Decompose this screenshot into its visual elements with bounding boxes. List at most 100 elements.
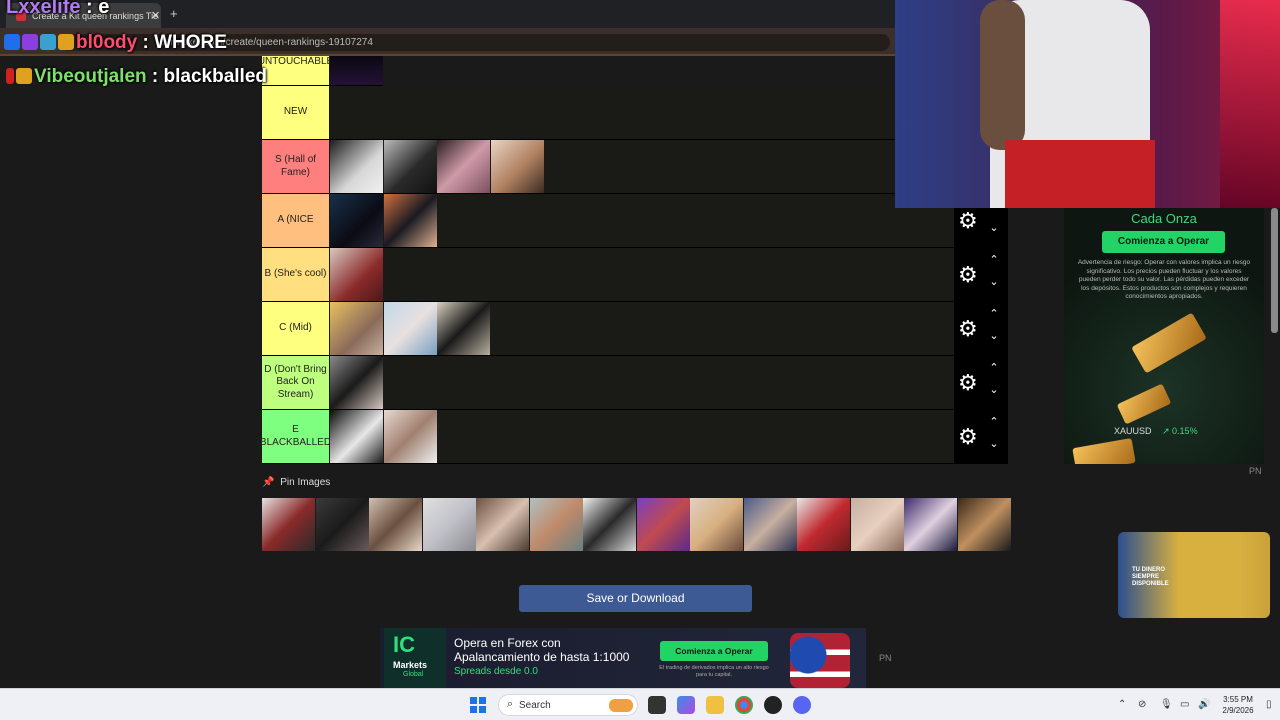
tier-label[interactable]: NEW — [262, 86, 329, 139]
microphone-icon[interactable]: 🎙 — [1160, 699, 1173, 711]
pool-image[interactable] — [583, 498, 636, 551]
clock-time[interactable]: 3:55 PM — [1218, 695, 1258, 704]
tier-items — [330, 410, 437, 463]
gear-icon[interactable]: ⚙ — [958, 426, 978, 448]
chevron-down-icon[interactable]: ⌄ — [987, 384, 1001, 396]
tier-label[interactable]: C (Mid) — [262, 302, 329, 355]
flags-graphic — [790, 633, 850, 688]
tier-image[interactable] — [490, 140, 544, 193]
pool-image[interactable] — [690, 498, 743, 551]
tier-row-s: S (Hall of Fame) — [262, 140, 895, 194]
pool-image[interactable] — [476, 498, 529, 551]
pool-image[interactable] — [904, 498, 957, 551]
save-download-button[interactable]: Save or Download — [519, 585, 752, 612]
speaker-icon[interactable]: 🔊 — [1198, 699, 1210, 711]
tier-label[interactable]: UNTOUCHABLE — [258, 56, 333, 85]
tier-image[interactable] — [330, 194, 383, 247]
pool-image[interactable] — [422, 498, 476, 551]
pool-image[interactable] — [743, 498, 797, 551]
video-ad-text-line: TU DINERO — [1132, 567, 1165, 573]
tier-image[interactable] — [383, 140, 437, 193]
gear-icon[interactable]: ⚙ — [958, 372, 978, 394]
ad-cta-button[interactable]: Comienza a Operar — [1102, 231, 1225, 253]
pin-images-header: 📌 Pin Images — [262, 477, 330, 488]
new-tab-button[interactable]: + — [170, 6, 178, 21]
chat-text: WHORE — [154, 32, 227, 53]
notification-icon[interactable]: ▯ — [1266, 699, 1278, 711]
network-icon[interactable]: ⊘ — [1138, 699, 1150, 711]
pool-image[interactable] — [369, 498, 422, 551]
chevron-down-icon[interactable]: ⌄ — [987, 276, 1001, 288]
logo-markets: Markets — [393, 660, 428, 670]
pool-image[interactable] — [797, 498, 850, 551]
pool-image[interactable] — [262, 498, 315, 551]
tier-items — [330, 56, 384, 85]
pool-image[interactable] — [957, 498, 1011, 551]
clock-date[interactable]: 2/9/2026 — [1216, 706, 1260, 715]
ad-cta-button[interactable]: Comienza a Operar — [660, 641, 768, 661]
chevron-down-icon[interactable]: ⌄ — [987, 438, 1001, 450]
pool-image[interactable] — [315, 498, 369, 551]
tier-controls: ⚙ ⌃ ⌄ — [954, 302, 1008, 355]
tier-image[interactable] — [383, 194, 437, 247]
gold-ad[interactable]: Cada Onza Comienza a Operar Advertencia … — [1064, 208, 1264, 464]
tier-image[interactable] — [383, 410, 437, 463]
tier-label[interactable]: D (Don't Bring Back On Stream) — [262, 356, 329, 409]
tier-label[interactable]: S (Hall of Fame) — [262, 140, 329, 193]
taskbar-search[interactable]: ⌕ Search — [498, 694, 638, 716]
app-icon[interactable] — [764, 696, 782, 714]
gear-icon[interactable]: ⚙ — [958, 318, 978, 340]
tier-controls: ⚙ ⌃ ⌄ — [954, 248, 1008, 301]
ticker-change: ↗ 0.15% — [1162, 426, 1198, 436]
discord-icon[interactable] — [793, 696, 811, 714]
tier-image[interactable] — [383, 302, 437, 355]
chevron-up-icon[interactable]: ⌃ — [987, 308, 1001, 320]
pool-image[interactable] — [850, 498, 904, 551]
ad-pn-label: PN — [1249, 466, 1262, 476]
task-view-icon[interactable] — [648, 696, 666, 714]
pool-image[interactable] — [529, 498, 583, 551]
gold-bar-graphic — [1116, 383, 1172, 425]
tier-items — [330, 248, 384, 301]
tier-label[interactable]: A (NICE — [262, 194, 329, 247]
tier-image[interactable] — [437, 302, 490, 355]
gear-icon[interactable]: ⚙ — [958, 264, 978, 286]
tier-image[interactable] — [437, 140, 490, 193]
chat-text: blackballed — [163, 66, 268, 87]
pool-image[interactable] — [636, 498, 690, 551]
video-ad[interactable]: TU DINERO SIEMPRE DISPONIBLE — [1118, 532, 1270, 618]
forex-banner-ad[interactable]: IC Markets Global Opera en Forex con Apa… — [380, 628, 866, 688]
tier-image[interactable] — [330, 356, 383, 409]
video-ad-text-line: DISPONIBLE — [1132, 581, 1169, 587]
chevron-up-icon[interactable]: ⌃ — [1118, 699, 1130, 711]
ad-line-2: Apalancamiento de hasta 1:1000 — [454, 650, 630, 664]
tier-image[interactable] — [330, 56, 383, 85]
chevron-down-icon[interactable]: ⌄ — [987, 330, 1001, 342]
gear-icon[interactable]: ⚙ — [958, 210, 978, 232]
monitor-icon[interactable]: ▭ — [1180, 699, 1192, 711]
chat-message: bl0ody : WHORE — [4, 32, 227, 54]
tier-items — [330, 140, 544, 193]
search-label: Search — [519, 700, 551, 711]
file-explorer-icon[interactable] — [706, 696, 724, 714]
ad-line-1: Opera en Forex con — [454, 636, 561, 650]
windows-start-icon[interactable] — [470, 697, 486, 713]
tier-image[interactable] — [330, 140, 383, 193]
chat-separator: : — [146, 66, 164, 87]
tier-image[interactable] — [330, 410, 383, 463]
page-scrollbar[interactable] — [1271, 208, 1278, 333]
pin-images-label: Pin Images — [280, 477, 331, 488]
tier-image[interactable] — [330, 248, 383, 301]
search-icon: ⌕ — [507, 698, 514, 710]
tier-label[interactable]: B (She's cool) — [262, 248, 329, 301]
chevron-up-icon[interactable]: ⌃ — [987, 416, 1001, 428]
chevron-down-icon[interactable]: ⌄ — [987, 222, 1001, 234]
copilot-icon[interactable] — [677, 696, 695, 714]
tier-image[interactable] — [330, 302, 383, 355]
tier-label[interactable]: E (BLACKBALLED) — [257, 410, 334, 463]
chevron-up-icon[interactable]: ⌃ — [987, 254, 1001, 266]
tier-items — [330, 356, 384, 409]
tab-close-icon[interactable]: ✕ — [151, 9, 161, 23]
chrome-icon[interactable] — [735, 696, 753, 714]
chevron-up-icon[interactable]: ⌃ — [987, 362, 1001, 374]
